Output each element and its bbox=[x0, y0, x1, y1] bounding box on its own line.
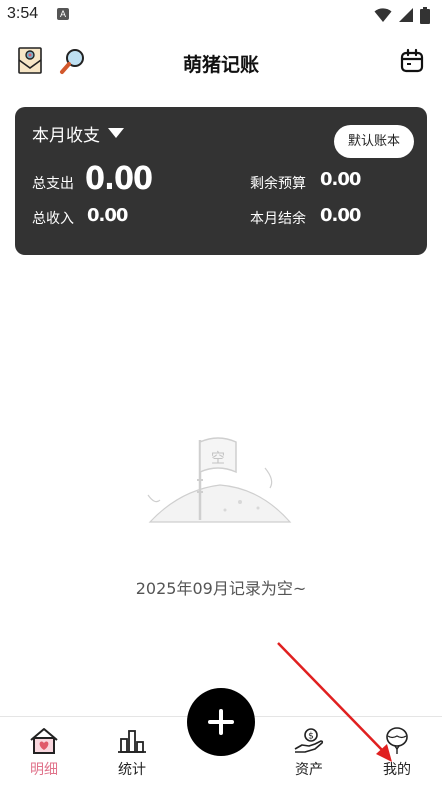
total-income-value: 0.00 bbox=[87, 205, 128, 226]
empty-flag-illustration: 空 bbox=[147, 437, 292, 523]
calendar-icon[interactable] bbox=[395, 44, 429, 78]
balloon-icon bbox=[386, 727, 408, 754]
add-record-button[interactable] bbox=[187, 688, 255, 756]
status-icons bbox=[374, 6, 430, 24]
wifi-icon bbox=[374, 8, 392, 22]
total-income-label: 总收入 bbox=[32, 211, 74, 227]
battery-icon bbox=[420, 6, 430, 24]
app-title: 萌猪记账 bbox=[182, 54, 259, 76]
tab-assets-label: 资产 bbox=[295, 762, 323, 778]
status-time: 3:54 bbox=[7, 5, 39, 22]
tab-details[interactable]: 明细 bbox=[9, 727, 79, 785]
tab-details-label: 明细 bbox=[30, 762, 58, 778]
bar-chart-icon bbox=[118, 730, 146, 753]
tab-mine-label: 我的 bbox=[383, 762, 411, 778]
status-bar: 3:54 A bbox=[0, 0, 442, 30]
empty-message: 2025年09月记录为空~ bbox=[135, 579, 307, 598]
period-label: 本月收支 bbox=[32, 126, 100, 146]
tab-statistics[interactable]: 统计 bbox=[97, 727, 167, 785]
signal-icon bbox=[399, 8, 413, 22]
total-expense-label: 总支出 bbox=[32, 176, 74, 192]
plus-icon bbox=[208, 709, 234, 735]
balance-value: 0.00 bbox=[320, 205, 361, 226]
period-selector[interactable]: 本月收支 bbox=[32, 121, 124, 146]
flag-label: 空 bbox=[211, 451, 225, 467]
summary-card: 本月收支 默认账本 总支出 0.00 总收入 0.00 剩余预算 0.00 本月… bbox=[15, 107, 427, 255]
tab-statistics-label: 统计 bbox=[118, 762, 146, 778]
app-bar: 萌猪记账 bbox=[0, 38, 442, 86]
balance-label: 本月结余 bbox=[250, 211, 306, 227]
budget-left-label: 剩余预算 bbox=[250, 176, 306, 192]
house-heart-icon bbox=[30, 728, 58, 754]
svg-text:$: $ bbox=[308, 732, 314, 742]
tab-mine[interactable]: 我的 bbox=[362, 727, 432, 785]
caret-down-icon bbox=[108, 128, 124, 138]
tab-assets[interactable]: $ 资产 bbox=[274, 727, 344, 785]
budget-left-value: 0.00 bbox=[320, 169, 361, 190]
total-expense-value: 0.00 bbox=[85, 159, 153, 197]
default-ledger-button[interactable]: 默认账本 bbox=[334, 125, 414, 158]
status-notification-icon: A bbox=[57, 8, 69, 20]
hand-coin-icon: $ bbox=[294, 728, 324, 753]
